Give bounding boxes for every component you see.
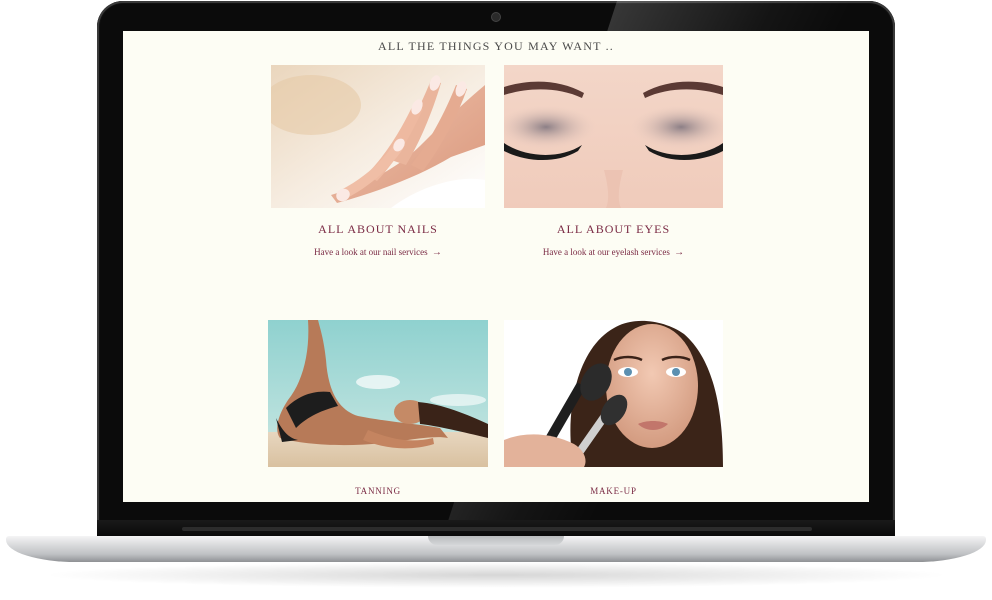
laptop-notch <box>428 536 564 545</box>
eyes-link[interactable]: Have a look at our eyelash services → <box>504 247 723 258</box>
right-arrow-icon: → <box>431 247 442 258</box>
eyes-link-text[interactable]: Have a look at our eyelash services <box>543 247 670 257</box>
eyes-title[interactable]: ALL ABOUT EYES <box>504 222 723 237</box>
makeup-label[interactable]: MAKE-UP <box>504 486 723 496</box>
laptop-shadow <box>40 562 952 588</box>
webcam <box>492 13 500 21</box>
eyes-image[interactable] <box>504 65 723 208</box>
laptop-hinge <box>182 527 812 531</box>
nails-image[interactable] <box>271 65 485 208</box>
section-title: ALL THE THINGS YOU MAY WANT .. <box>377 39 614 53</box>
browser-viewport: ALL THE THINGS YOU MAY WANT .. ALL ABOUT… <box>123 31 869 502</box>
right-arrow-icon: → <box>674 247 685 258</box>
nails-link-text[interactable]: Have a look at our nail services <box>314 247 427 257</box>
nails-link[interactable]: Have a look at our nail services → <box>271 247 485 258</box>
nails-title[interactable]: ALL ABOUT NAILS <box>271 222 485 237</box>
tanning-image[interactable] <box>268 320 488 467</box>
makeup-image[interactable] <box>504 320 723 467</box>
tanning-label[interactable]: TANNING <box>268 486 488 496</box>
